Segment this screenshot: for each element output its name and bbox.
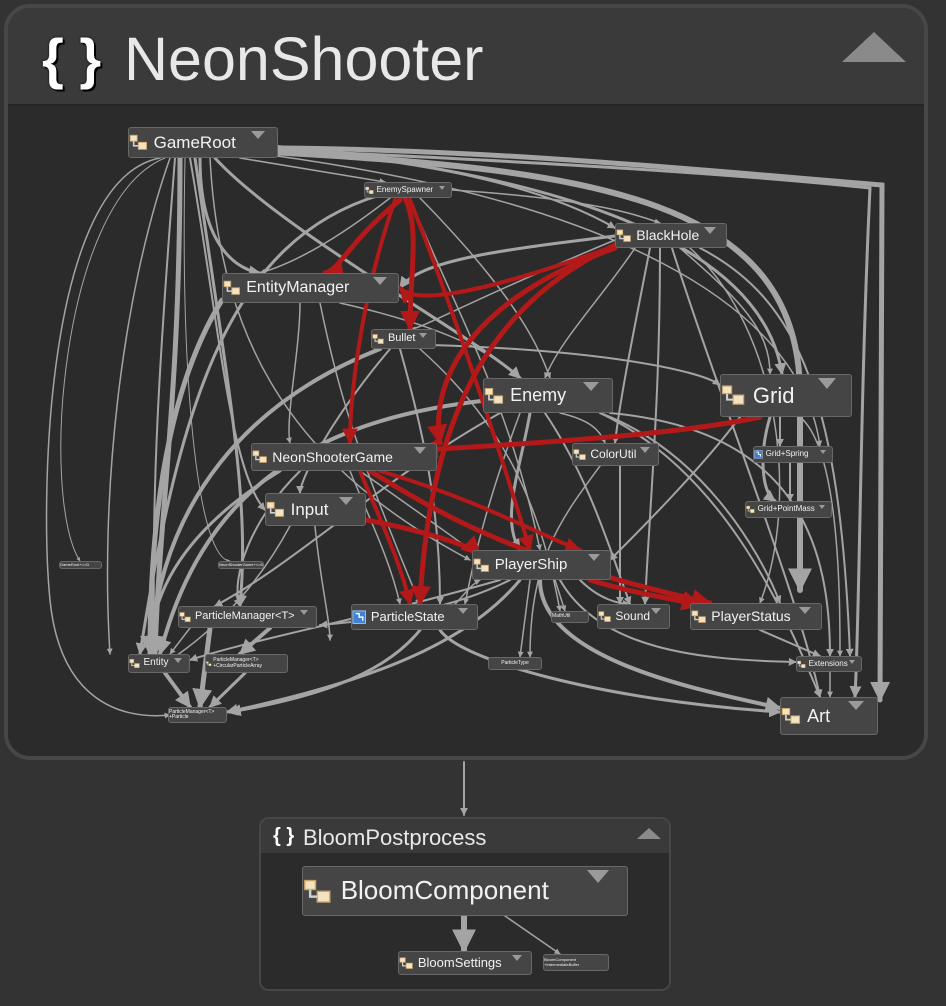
dependency-edge: [238, 626, 272, 656]
node-bloomsettings[interactable]: BloomSettings: [398, 951, 532, 975]
node-extensions[interactable]: Extensions: [796, 656, 862, 672]
node-mathutil[interactable]: MathUtil: [551, 611, 589, 623]
class-icon: [484, 386, 504, 406]
class-icon: [372, 333, 384, 345]
dependency-edge: [641, 247, 661, 605]
node-entitymanager[interactable]: EntityManager: [222, 273, 399, 303]
chevron-down-icon[interactable]: [419, 333, 428, 338]
node-particlemanager-circular[interactable]: ParticleManager<T> +CircularParticleArra…: [205, 654, 288, 673]
node-art[interactable]: Art: [780, 697, 878, 735]
chevron-down-icon[interactable]: [372, 277, 387, 285]
class-icon: [266, 500, 285, 519]
node-bloomcomponent[interactable]: BloomComponent: [302, 866, 628, 916]
node-playership[interactable]: PlayerShip: [472, 550, 611, 580]
node-grid[interactable]: Grid: [720, 374, 852, 417]
node-particlemanager[interactable]: ParticleManager<T>: [178, 606, 317, 628]
chevron-down-icon[interactable]: [414, 447, 427, 454]
chevron-down-icon[interactable]: [799, 607, 812, 614]
node-bloom-intermediatebuffer[interactable]: BloomComponent +IntermediateBuffer: [543, 954, 609, 971]
class-icon: [179, 611, 191, 623]
dependency-edge: [759, 629, 821, 657]
dependency-edge: [517, 579, 531, 658]
dependency-edge: [225, 578, 522, 716]
chevron-down-icon[interactable]: [849, 660, 856, 664]
class-icon: [303, 877, 332, 906]
chevron-down-icon[interactable]: [300, 610, 309, 615]
chevron-down-icon[interactable]: [704, 227, 717, 234]
dependency-edge: [609, 416, 741, 561]
dependency-edge: [544, 247, 636, 379]
chevron-down-icon[interactable]: [639, 447, 650, 453]
node-gridspring[interactable]: Grid+Spring: [753, 446, 833, 463]
node-neonshootergame-d[interactable]: NeonShooterGame+<>D: [218, 561, 264, 569]
node-bullet[interactable]: Bullet: [371, 329, 436, 349]
node-entity[interactable]: Entity: [128, 654, 190, 673]
class-icon: [129, 133, 148, 152]
class-icon: [365, 186, 374, 195]
node-sound[interactable]: Sound: [597, 604, 670, 629]
node-enemyspawner[interactable]: EnemySpawner: [364, 182, 452, 198]
node-colorutil[interactable]: ColorUtil: [572, 443, 659, 466]
dependency-edge: [276, 146, 787, 376]
chevron-down-icon[interactable]: [339, 497, 354, 505]
chevron-down-icon[interactable]: [650, 608, 661, 614]
class-icon: [573, 448, 586, 461]
node-blackhole[interactable]: BlackHole: [615, 223, 727, 248]
chevron-down-icon[interactable]: [439, 186, 446, 190]
dependency-edge-highlighted: [400, 195, 421, 332]
chevron-down-icon[interactable]: [174, 658, 182, 663]
dependency-edge: [60, 157, 166, 562]
class-icon: [691, 609, 706, 624]
dependency-edge: [399, 348, 444, 605]
struct-icon: [352, 610, 366, 624]
node-gameroot[interactable]: GameRoot: [128, 127, 278, 158]
dependency-edge: [163, 671, 192, 709]
dependency-edge: [259, 197, 391, 275]
class-icon: [473, 557, 490, 574]
dependency-edge: [314, 525, 333, 641]
struct-icon: [754, 450, 763, 459]
node-gameroot-d[interactable]: GameRoot+<>D: [59, 561, 102, 569]
chevron-down-icon[interactable]: [457, 608, 468, 614]
dependency-edge: [233, 470, 301, 607]
dependency-edge: [169, 525, 291, 661]
node-enemy[interactable]: Enemy: [483, 378, 613, 413]
chevron-down-icon[interactable]: [586, 870, 609, 883]
node-particletype[interactable]: ParticleType: [488, 657, 542, 670]
dependency-edge: [208, 671, 247, 709]
class-icon: [399, 956, 413, 970]
class-icon: [252, 449, 267, 464]
class-icon: [721, 383, 745, 407]
node-playerstatus[interactable]: PlayerStatus: [690, 603, 822, 630]
class-icon: [781, 706, 801, 726]
chevron-down-icon[interactable]: [819, 505, 826, 509]
chevron-down-icon[interactable]: [251, 131, 266, 139]
dependency-edge: [504, 915, 561, 955]
class-icon: [746, 505, 755, 514]
dependency-edge: [169, 627, 191, 655]
chevron-down-icon[interactable]: [587, 554, 600, 561]
class-icon: [598, 610, 611, 623]
chevron-down-icon[interactable]: [848, 701, 865, 710]
chevron-down-icon[interactable]: [511, 955, 522, 961]
class-icon: [206, 661, 212, 667]
dependency-edge-highlighted: [342, 198, 397, 445]
node-input[interactable]: Input: [265, 493, 366, 526]
dependency-edge: [438, 628, 782, 718]
class-icon: [129, 658, 140, 669]
dependency-edge: [135, 193, 382, 656]
class-icon: [797, 660, 806, 669]
node-neonshootergame[interactable]: NeonShooterGame: [251, 443, 437, 471]
chevron-down-icon[interactable]: [820, 450, 827, 454]
chevron-down-icon[interactable]: [817, 378, 836, 389]
node-gridpointmass[interactable]: Grid+PointMass: [745, 501, 832, 518]
class-icon: [616, 228, 631, 243]
class-icon: [223, 279, 241, 297]
node-particlestate[interactable]: ParticleState: [351, 604, 478, 630]
chevron-down-icon[interactable]: [583, 382, 600, 391]
node-particlemanager-particle[interactable]: ParticleManager<T> +Particle: [168, 707, 227, 723]
